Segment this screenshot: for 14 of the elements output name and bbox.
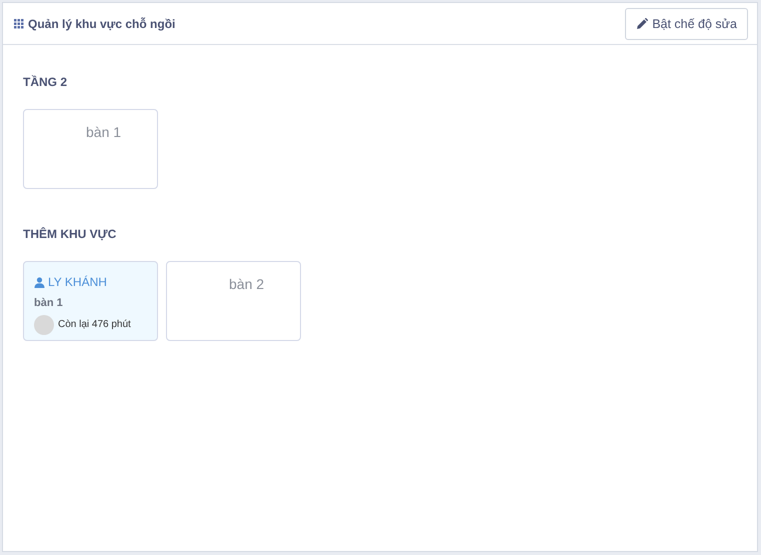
area-title: THÊM KHU VỰC — [23, 226, 118, 243]
page-title: Quản lý khu vực chỗ ngồi — [28, 16, 176, 32]
table-name: bàn 1 — [86, 123, 122, 142]
grid-icon — [14, 18, 24, 28]
person-icon — [34, 276, 45, 288]
pencil-icon — [636, 18, 648, 30]
area-title: TẦNG 2 — [23, 74, 68, 91]
avatar — [34, 314, 54, 334]
table-name: bàn 2 — [229, 275, 264, 294]
occupied-table-card[interactable]: LY KHÁNH bàn 1 Còn lại 476 phút — [23, 261, 158, 341]
customer-name: LY KHÁNH — [48, 274, 107, 291]
edit-mode-button[interactable]: Bật chế độ sửa — [625, 8, 748, 40]
table-name: bàn 1 — [34, 297, 63, 309]
remaining-time: Còn lại 476 phút — [58, 318, 131, 332]
